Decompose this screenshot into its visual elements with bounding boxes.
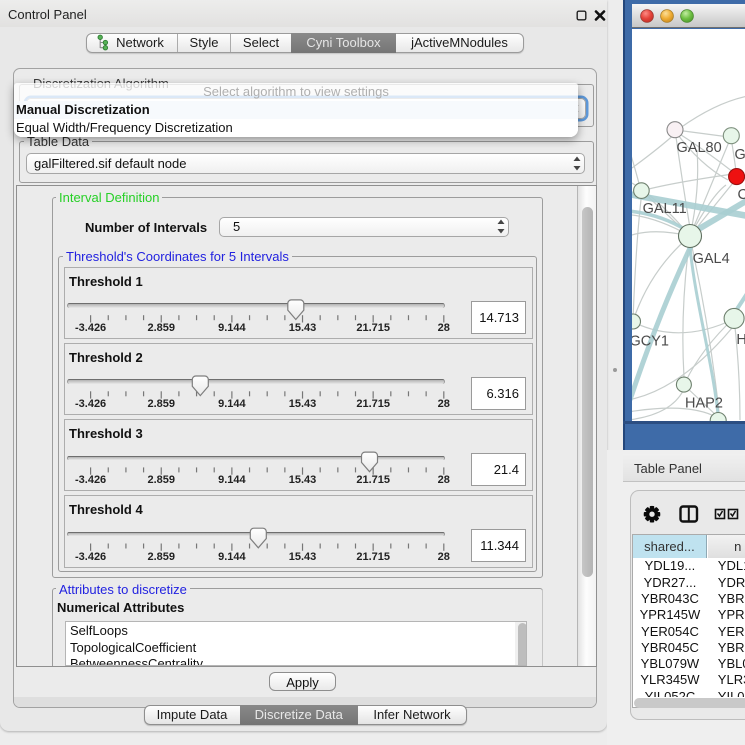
svg-text:H: H	[736, 332, 745, 348]
svg-text:C: C	[738, 187, 745, 203]
svg-text:HAP2: HAP2	[685, 396, 723, 412]
svg-text:GA: GA	[735, 147, 745, 163]
svg-text:GCY1: GCY1	[632, 334, 669, 350]
svg-text:GAL4: GAL4	[693, 251, 730, 267]
svg-text:GAL11: GAL11	[643, 201, 687, 217]
svg-text:GAL80: GAL80	[677, 140, 722, 156]
